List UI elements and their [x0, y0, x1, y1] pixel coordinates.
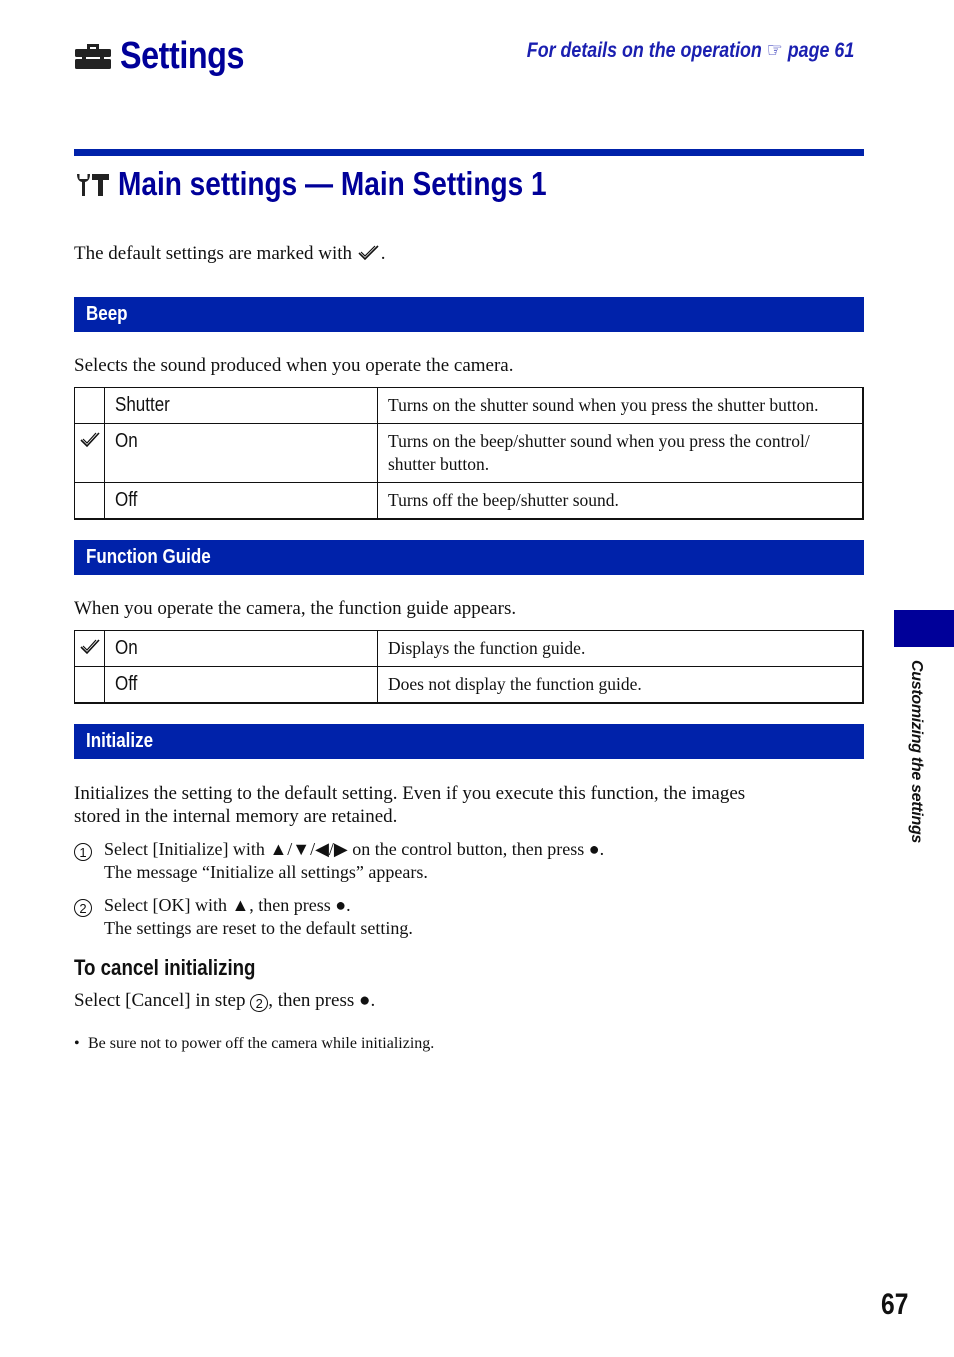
initialize-description: Initializes the setting to the default s… — [74, 782, 745, 828]
option-name: On — [104, 423, 378, 483]
option-name: On — [104, 630, 378, 667]
step-number-icon: 1 — [74, 838, 94, 861]
table-row[interactable]: Shutter Turns on the shutter sound when … — [74, 387, 864, 424]
step-result: The message “Initialize all settings” ap… — [104, 862, 428, 882]
option-name: Off — [104, 482, 378, 520]
check-icon — [79, 639, 100, 655]
function-guide-heading-text: Function Guide — [86, 546, 211, 568]
bullet-icon: • — [74, 1035, 80, 1052]
center-button-icon: ● — [588, 839, 600, 859]
default-marker-cell — [74, 482, 105, 520]
option-description: Does not display the function guide. — [377, 666, 864, 704]
check-icon — [79, 432, 100, 448]
function-guide-options-table: On Displays the function guide. Off Does… — [74, 630, 864, 704]
table-row[interactable]: On Turns on the beep/shutter sound when … — [74, 423, 864, 483]
chapter-label-text: Customizing the settings — [908, 660, 925, 844]
step-1: 1 Select [Initialize] with ▲/▼/◀/▶ on th… — [74, 838, 604, 884]
option-description: Turns on the shutter sound when you pres… — [377, 387, 864, 424]
beep-description: Selects the sound produced when you oper… — [74, 355, 514, 376]
arrow-keys-icon: ▲/▼/◀/▶ — [269, 839, 348, 859]
toolbox-icon — [75, 44, 111, 69]
section-title-text: Main settings — Main Settings 1 — [118, 165, 547, 202]
caution-note-text: Be sure not to power off the camera whil… — [88, 1035, 435, 1052]
wrench-hammer-icon — [77, 174, 109, 196]
reference-page[interactable]: page 61 — [788, 39, 854, 62]
up-arrow-icon: ▲ — [231, 895, 250, 915]
option-name: Shutter — [104, 387, 378, 424]
step-line: Select [Initialize] with ▲/▼/◀/▶ on the … — [104, 839, 605, 859]
initialize-heading-text: Initialize — [86, 730, 154, 752]
default-marker-cell — [74, 630, 105, 667]
reference-text: For details on the operation — [526, 39, 762, 62]
default-note: The default settings are marked with . — [74, 242, 386, 265]
initialize-description-line: stored in the internal memory are retain… — [74, 806, 398, 827]
option-description: Turns off the beep/shutter sound. — [377, 482, 864, 520]
option-name: Off — [104, 666, 378, 704]
beep-heading-text: Beep — [86, 303, 128, 325]
initialize-description-line: Initializes the setting to the default s… — [74, 783, 746, 804]
table-row[interactable]: Off Does not display the function guide. — [74, 666, 864, 704]
chapter-tab[interactable] — [894, 610, 954, 647]
page-title: Settings — [74, 30, 266, 82]
pointing-hand-icon: ☞ — [766, 39, 783, 62]
cancel-heading: To cancel initializing — [74, 955, 256, 980]
step-number-icon: 2 — [250, 994, 269, 1012]
page-number: 67 — [880, 1288, 908, 1321]
beep-options-table: Shutter Turns on the shutter sound when … — [74, 387, 864, 520]
function-guide-description: When you operate the camera, the functio… — [74, 598, 517, 619]
default-marker-cell — [74, 666, 105, 704]
check-icon — [358, 245, 379, 261]
beep-heading: Beep — [74, 297, 864, 332]
table-row[interactable]: On Displays the function guide. — [74, 630, 864, 667]
initialize-heading: Initialize — [74, 724, 864, 759]
section-divider — [74, 149, 864, 156]
default-marker-cell — [74, 387, 105, 424]
center-button-icon: ● — [358, 990, 371, 1011]
center-button-icon: ● — [335, 895, 347, 915]
function-guide-heading: Function Guide — [74, 540, 864, 575]
step-result: The settings are reset to the default se… — [104, 918, 413, 938]
step-line: Select [OK] with ▲, then press ●. — [104, 895, 351, 915]
caution-note: • Be sure not to power off the camera whi… — [74, 1035, 434, 1053]
page-title-text: Settings — [120, 34, 245, 77]
step-number-icon: 2 — [74, 894, 94, 917]
option-description: Turns on the beep/shutter sound when you… — [377, 423, 864, 483]
table-row[interactable]: Off Turns off the beep/shutter sound. — [74, 482, 864, 520]
cancel-instructions: Select [Cancel] in step 2, then press ●. — [74, 990, 376, 1012]
section-title: Main settings — Main Settings 1 — [74, 162, 622, 206]
reference-link[interactable]: For details on the operation ☞ page 61 — [527, 38, 854, 63]
chapter-label: Customizing the settings — [903, 660, 925, 860]
default-note-text: The default settings are marked with — [74, 243, 353, 264]
default-note-period: . — [380, 243, 386, 264]
option-description: Displays the function guide. — [377, 630, 864, 667]
step-2: 2 Select [OK] with ▲, then press ●. The … — [74, 894, 413, 940]
default-marker-cell — [74, 423, 105, 483]
